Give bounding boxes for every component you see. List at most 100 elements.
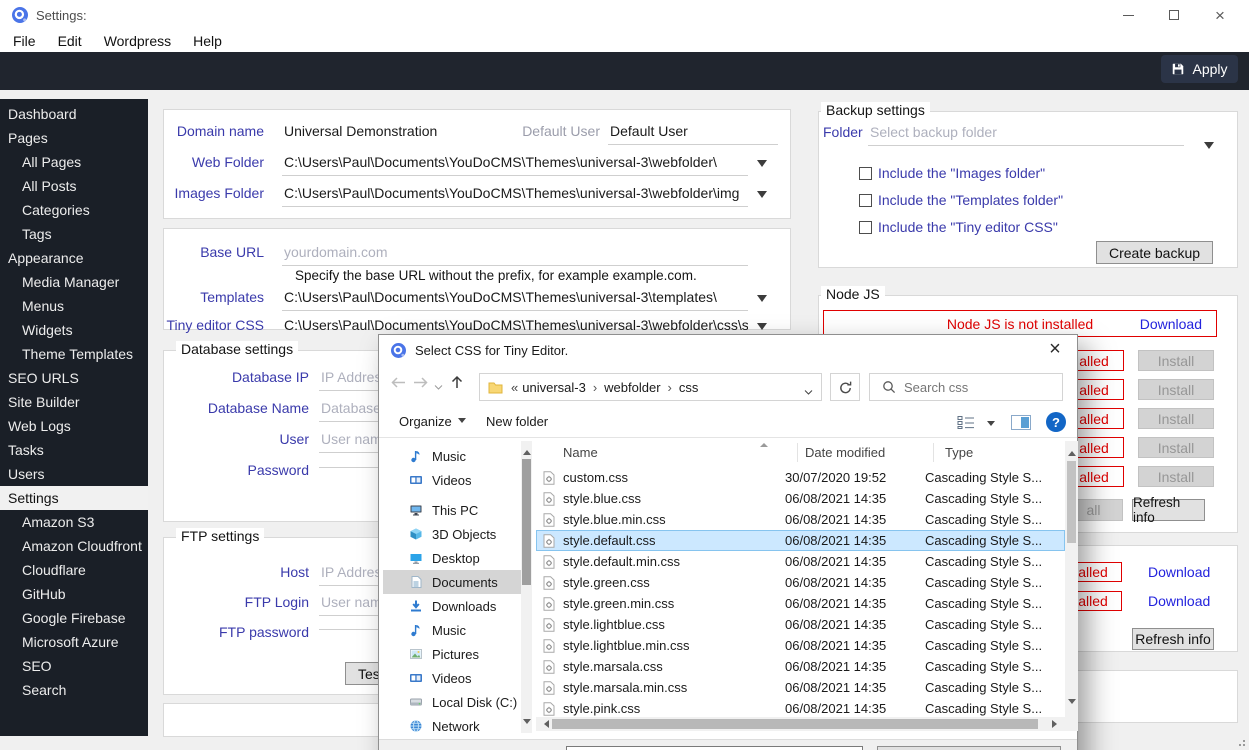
organize-button[interactable]: Organize: [399, 414, 466, 429]
sidebar-item[interactable]: Amazon Cloudfront: [0, 534, 148, 558]
minimize-button[interactable]: [1105, 0, 1151, 30]
up-icon[interactable]: [449, 375, 465, 393]
column-header-date[interactable]: Date modified: [805, 445, 945, 460]
address-dropdown-chevron-icon[interactable]: [804, 384, 813, 399]
refresh-button[interactable]: [830, 373, 860, 401]
tree-item-videos2[interactable]: Videos: [383, 666, 521, 690]
menu-item[interactable]: Help: [182, 33, 233, 49]
h-scrollbar-thumb[interactable]: [552, 719, 1038, 729]
new-folder-button[interactable]: New folder: [486, 414, 548, 429]
sidebar-item[interactable]: Web Logs: [0, 414, 148, 438]
sidebar-item[interactable]: Search: [0, 678, 148, 702]
file-row[interactable]: style.default.min.css 06/08/2021 14:35 C…: [536, 551, 1065, 572]
tree-item-music2[interactable]: Music: [383, 618, 521, 642]
tree-item-this-pc[interactable]: This PC: [383, 498, 521, 522]
scroll-right-icon[interactable]: [1052, 720, 1061, 728]
nodejs-download-link[interactable]: Download: [1140, 316, 1202, 332]
address-bar[interactable]: « universal-3 › webfolder › css: [479, 373, 822, 401]
sidebar-item[interactable]: Google Firebase: [0, 606, 148, 630]
sidebar-item[interactable]: Theme Templates: [0, 342, 148, 366]
column-divider[interactable]: [797, 443, 798, 462]
file-row[interactable]: style.default.css 06/08/2021 14:35 Casca…: [536, 530, 1065, 551]
scroll-up-icon[interactable]: [1068, 447, 1076, 456]
sidebar-item[interactable]: Users: [0, 462, 148, 486]
backup-folder-input[interactable]: Select backup folder: [868, 122, 1184, 146]
tree-item-music[interactable]: Music: [383, 444, 521, 468]
sidebar-item[interactable]: Media Manager: [0, 270, 148, 294]
create-backup-button[interactable]: Create backup: [1096, 241, 1213, 264]
dialog-close-button[interactable]: ×: [1043, 337, 1067, 361]
help-icon[interactable]: ?: [1046, 412, 1066, 432]
backup-checkbox[interactable]: [859, 166, 872, 180]
view-chevron-icon[interactable]: [987, 421, 995, 430]
tree-item-videos[interactable]: Videos: [383, 468, 521, 492]
resize-grip[interactable]: [1235, 736, 1245, 746]
sidebar-item[interactable]: Appearance: [0, 246, 148, 270]
sidebar-item[interactable]: Widgets: [0, 318, 148, 342]
sidebar-item[interactable]: Settings: [0, 486, 148, 510]
templates-input[interactable]: C:\Users\Paul\Documents\YouDoCMS\Themes\…: [282, 287, 748, 311]
sidebar-item[interactable]: GitHub: [0, 582, 148, 606]
scroll-down-icon[interactable]: [1068, 699, 1076, 708]
nodejs-install-button[interactable]: Install: [1138, 437, 1214, 458]
menu-item[interactable]: Wordpress: [93, 33, 182, 49]
menu-item[interactable]: Edit: [47, 33, 93, 49]
breadcrumb-segment[interactable]: css: [679, 380, 699, 395]
images-folder-dropdown-icon[interactable]: [757, 191, 767, 203]
tree-item-pictures[interactable]: Pictures: [383, 642, 521, 666]
column-header-type[interactable]: Type: [945, 445, 1065, 460]
backup-folder-dropdown-icon[interactable]: [1204, 142, 1214, 154]
list-scrollbar-thumb[interactable]: [1067, 461, 1076, 543]
tree-item-downloads[interactable]: Downloads: [383, 594, 521, 618]
list-scrollbar-vertical[interactable]: [1065, 441, 1078, 731]
menu-item[interactable]: File: [2, 33, 47, 49]
preview-pane-icon[interactable]: [1011, 415, 1031, 433]
file-row[interactable]: custom.css 30/07/2020 19:52 Cascading St…: [536, 467, 1065, 488]
tree-item-3d-objects[interactable]: 3D Objects: [383, 522, 521, 546]
sidebar-item[interactable]: SEO URLS: [0, 366, 148, 390]
web-folder-input[interactable]: C:\Users\Paul\Documents\YouDoCMS\Themes\…: [282, 152, 748, 176]
sidebar-item[interactable]: Pages: [0, 126, 148, 150]
file-row[interactable]: style.pink.css 06/08/2021 14:35 Cascadin…: [536, 698, 1065, 719]
nodejs-refresh-button[interactable]: Refresh info: [1132, 495, 1205, 525]
recent-locations-chevron-icon[interactable]: [434, 379, 443, 394]
back-icon[interactable]: [389, 375, 407, 393]
file-row[interactable]: style.blue.min.css 06/08/2021 14:35 Casc…: [536, 509, 1065, 530]
scroll-up-icon[interactable]: [523, 446, 531, 455]
nodejs-install-button[interactable]: Install: [1138, 408, 1214, 429]
sidebar-item[interactable]: Tasks: [0, 438, 148, 462]
sidebar-item[interactable]: SEO: [0, 654, 148, 678]
sidebar-item[interactable]: Dashboard: [0, 102, 148, 126]
domain-name-value[interactable]: Universal Demonstration: [282, 121, 512, 144]
sidebar-item[interactable]: Site Builder: [0, 390, 148, 414]
file-type-select[interactable]: Cascading Style Sheet Docu: [877, 746, 1061, 750]
tree-item-documents[interactable]: Documents: [383, 570, 521, 594]
file-row[interactable]: style.blue.css 06/08/2021 14:35 Cascadin…: [536, 488, 1065, 509]
details-view-icon[interactable]: [957, 415, 975, 433]
nodejs-install-button[interactable]: Install: [1138, 466, 1214, 487]
images-folder-input[interactable]: C:\Users\Paul\Documents\YouDoCMS\Themes\…: [282, 183, 748, 207]
modules-refresh-button[interactable]: Refresh info: [1132, 628, 1214, 650]
base-url-input[interactable]: yourdomain.com: [282, 242, 748, 266]
scroll-left-icon[interactable]: [540, 720, 549, 728]
sidebar-item[interactable]: Categories: [0, 198, 148, 222]
tree-item-network[interactable]: Network: [383, 714, 521, 738]
module-download-link[interactable]: Download: [1148, 564, 1210, 580]
list-scrollbar-horizontal[interactable]: [536, 717, 1065, 731]
scroll-down-icon[interactable]: [523, 719, 531, 728]
file-row[interactable]: style.marsala.min.css 06/08/2021 14:35 C…: [536, 677, 1065, 698]
forward-icon[interactable]: [412, 375, 430, 393]
nodejs-install-button[interactable]: Install: [1138, 350, 1214, 371]
module-download-link[interactable]: Download: [1148, 593, 1210, 609]
apply-button[interactable]: Apply: [1161, 55, 1238, 83]
default-user-input[interactable]: Default User: [608, 121, 778, 145]
maximize-button[interactable]: [1151, 0, 1197, 30]
file-row[interactable]: style.green.min.css 06/08/2021 14:35 Cas…: [536, 593, 1065, 614]
file-name-input[interactable]: style.default: [566, 746, 863, 750]
column-header-name[interactable]: Name: [536, 445, 805, 460]
tree-item-desktop[interactable]: Desktop: [383, 546, 521, 570]
file-row[interactable]: style.green.css 06/08/2021 14:35 Cascadi…: [536, 572, 1065, 593]
tree-item-local-disk[interactable]: Local Disk (C:): [383, 690, 521, 714]
backup-checkbox[interactable]: [859, 193, 872, 207]
breadcrumb-segment[interactable]: universal-3: [522, 380, 586, 395]
